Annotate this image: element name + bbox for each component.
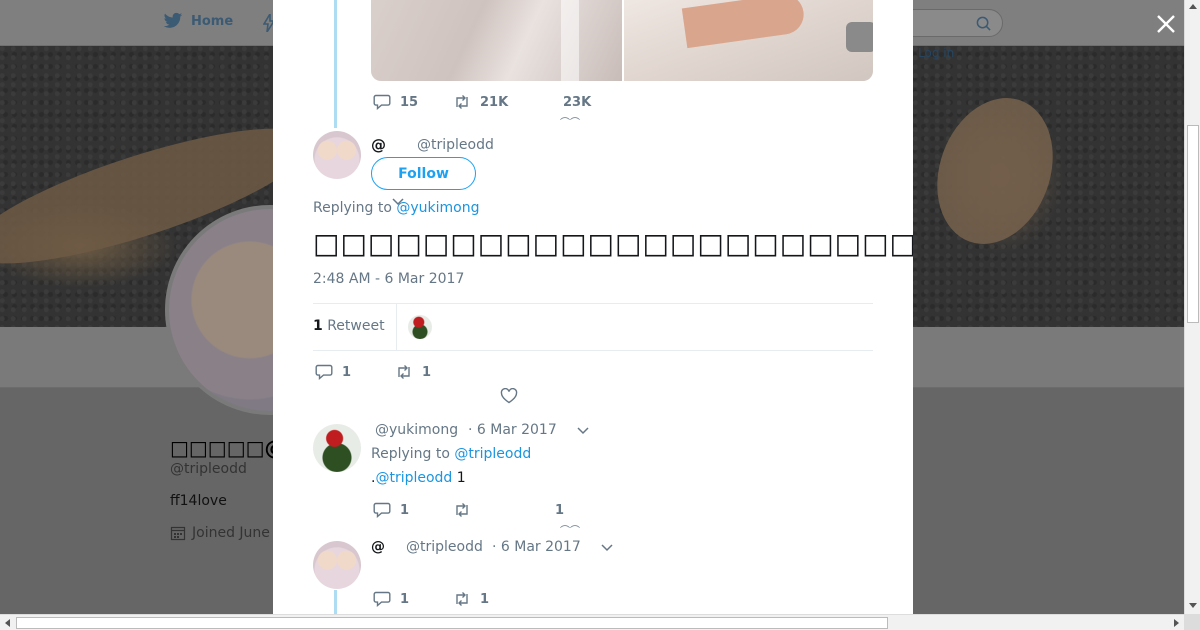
- retweet-count: 21K: [480, 94, 509, 110]
- author-handle[interactable]: @tripleodd: [417, 137, 494, 153]
- nav-home[interactable]: Home: [163, 12, 233, 30]
- horizontal-scrollbar[interactable]: [0, 614, 1184, 630]
- stats-divider: [396, 304, 397, 351]
- retweet-count: 1: [480, 591, 490, 607]
- reply-2-actions: 1 1: [373, 591, 489, 607]
- main-tweet-actions: 1 1: [315, 364, 431, 380]
- reply-icon: [315, 364, 333, 380]
- nav-home-label: Home: [191, 13, 234, 29]
- tweet-timestamp[interactable]: 2:48 AM - 6 Mar 2017: [313, 271, 464, 287]
- vertical-scrollbar[interactable]: [1184, 0, 1200, 614]
- tweet-stats: 1 Retweet: [313, 303, 873, 351]
- like-icon-cut: ⌒⌒: [560, 526, 580, 537]
- reply-replying-to: Replying to @tripleodd: [371, 446, 531, 462]
- search-icon: [976, 16, 991, 31]
- vertical-scroll-thumb[interactable]: [1187, 125, 1199, 323]
- media-photo-2[interactable]: [624, 0, 873, 81]
- retweeter-avatar[interactable]: [408, 315, 432, 339]
- reply-icon: [373, 591, 391, 607]
- tweet-permalink-modal: 15 21K 23K ⌒⌒ @ @tripleodd Follow Replyi…: [273, 0, 913, 614]
- retweet-icon: [398, 365, 410, 379]
- login-link[interactable]: Log in: [918, 46, 954, 60]
- close-icon[interactable]: [1154, 12, 1178, 36]
- like-button[interactable]: 1: [555, 503, 564, 518]
- prev-tweet-actions: 15 21K 23K: [373, 94, 591, 110]
- scroll-left-arrow-icon[interactable]: [5, 619, 10, 627]
- chevron-down-icon[interactable]: [577, 427, 589, 435]
- like-button[interactable]: 23K: [563, 95, 591, 110]
- scrollbar-corner: [1184, 614, 1200, 630]
- thread-line: [334, 590, 337, 614]
- replying-to: Replying to @yukimong: [313, 200, 480, 216]
- horizontal-scroll-thumb[interactable]: [16, 617, 888, 629]
- scroll-right-arrow-icon[interactable]: [1174, 619, 1179, 627]
- profile-joined: Joined June: [170, 525, 270, 541]
- reply-author-avatar[interactable]: [313, 424, 361, 472]
- reply-icon: [373, 502, 391, 518]
- reply-count: 1: [400, 591, 410, 607]
- replying-to-link[interactable]: @yukimong: [396, 200, 479, 216]
- reply-author-avatar[interactable]: [313, 541, 361, 589]
- reply-mention-link[interactable]: @tripleodd: [375, 470, 452, 486]
- retweet-icon: [456, 503, 468, 517]
- reply-author-handle[interactable]: @yukimong: [375, 422, 458, 438]
- heart-icon[interactable]: [500, 388, 518, 404]
- media-photo-1[interactable]: [371, 0, 624, 81]
- retweet-button[interactable]: [453, 502, 555, 518]
- retweet-button[interactable]: 1: [395, 364, 431, 380]
- retweet-icon: [456, 592, 468, 606]
- reply-author-handle[interactable]: @tripleodd: [406, 539, 483, 555]
- reply-icon: [373, 94, 391, 110]
- twitter-bird-icon: [163, 12, 183, 28]
- reply-author-name[interactable]: @: [371, 539, 385, 555]
- replying-prefix: Replying to: [313, 200, 392, 216]
- retweet-stat-label: Retweet: [327, 318, 385, 334]
- follow-button[interactable]: Follow: [371, 157, 476, 190]
- reply-count: 1: [400, 502, 410, 518]
- reply-count: 1: [342, 364, 352, 380]
- reply-button[interactable]: 1: [373, 502, 453, 518]
- thread-line: [334, 0, 337, 128]
- like-count: 1: [555, 502, 565, 518]
- retweet-stat-count: 1: [313, 318, 323, 334]
- reply-button[interactable]: 1: [315, 364, 395, 380]
- profile-handle: @tripleodd: [170, 461, 247, 477]
- retweet-icon: [456, 95, 468, 109]
- search-input[interactable]: [900, 9, 1003, 37]
- reply-button[interactable]: 1: [373, 591, 453, 607]
- retweet-count: 1: [422, 364, 432, 380]
- reply-count: 15: [400, 94, 419, 110]
- profile-bio: ff14love: [170, 493, 227, 509]
- like-icon-cut: ⌒⌒: [560, 118, 580, 129]
- tweet-media[interactable]: [371, 0, 873, 81]
- scroll-down-arrow-icon[interactable]: [1189, 603, 1197, 608]
- reply-text: .@tripleodd 1: [371, 470, 466, 486]
- author-avatar[interactable]: [313, 131, 361, 179]
- chevron-down-icon[interactable]: [601, 544, 613, 552]
- retweet-button[interactable]: 21K: [453, 94, 563, 110]
- reply-1-actions: 1 1: [373, 502, 564, 518]
- tweet-text: □□□□□□□□□□□□□□□□□□□□□□□□□□□□□□□□□: [313, 227, 913, 260]
- author-name[interactable]: @: [371, 136, 386, 154]
- reply-text-suffix: 1: [452, 470, 466, 486]
- retweet-button[interactable]: 1: [453, 591, 489, 607]
- retweet-stat[interactable]: 1 Retweet: [313, 318, 385, 334]
- profile-joined-label: Joined June: [192, 525, 270, 541]
- reply-timestamp[interactable]: · 6 Mar 2017: [492, 539, 581, 555]
- like-count: 23K: [563, 94, 592, 110]
- scroll-up-arrow-icon[interactable]: [1189, 4, 1197, 9]
- calendar-icon: [170, 526, 186, 541]
- reply-timestamp[interactable]: · 6 Mar 2017: [468, 422, 557, 438]
- reply-button[interactable]: 15: [373, 94, 453, 110]
- replying-prefix: Replying to: [371, 446, 450, 462]
- replying-to-link[interactable]: @tripleodd: [454, 446, 531, 462]
